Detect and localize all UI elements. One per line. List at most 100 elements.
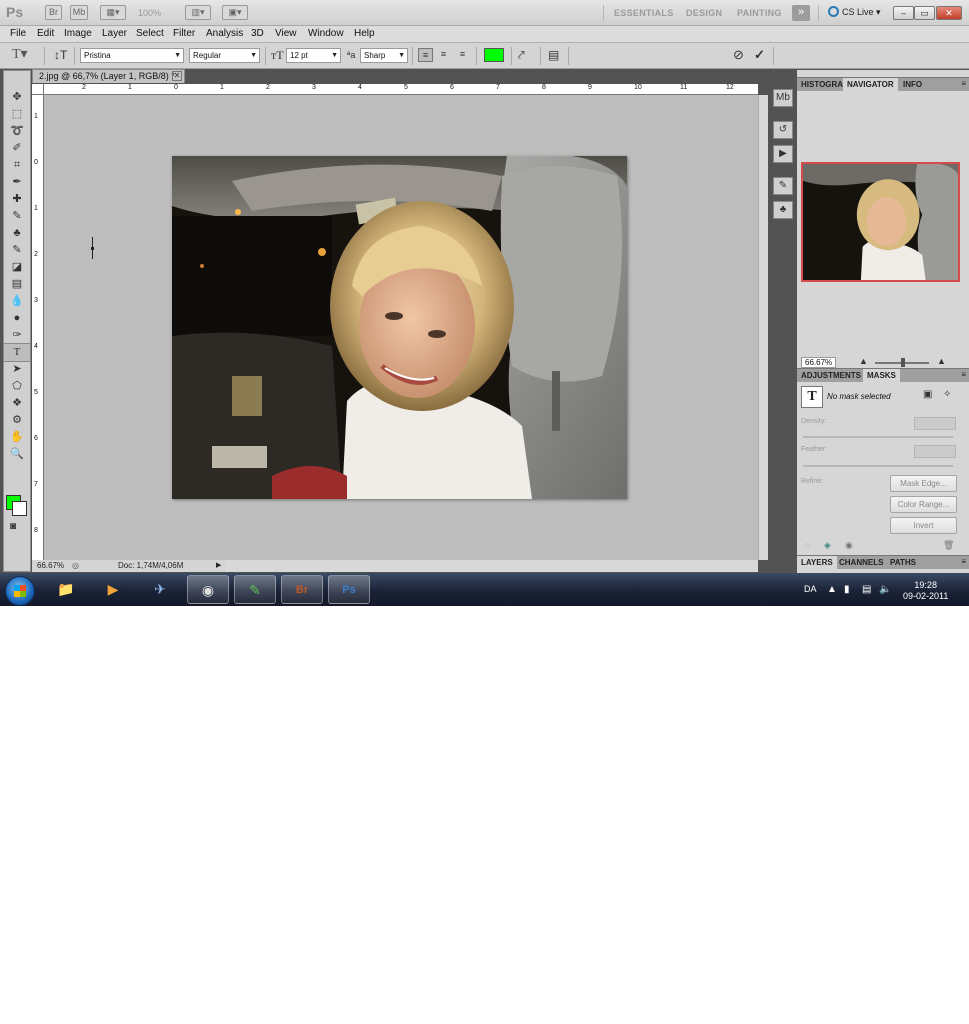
type-icon[interactable]: T — [3, 343, 31, 362]
dodge-icon[interactable]: ● — [4, 310, 30, 327]
feather-field[interactable] — [914, 445, 956, 458]
tab-navigator[interactable]: NAVIGATOR — [843, 78, 898, 92]
tab-info[interactable]: INFO — [899, 78, 926, 92]
tool-preset-icon[interactable]: T▾ — [12, 48, 28, 62]
slider-handle[interactable] — [901, 358, 905, 367]
apply-mask-icon[interactable]: ◈ — [824, 540, 831, 551]
color-range-button[interactable]: Color Range... — [890, 496, 957, 513]
bridge-icon[interactable]: Br — [281, 575, 323, 604]
workspace-essentials[interactable]: ESSENTIALS — [614, 8, 674, 18]
chrome-icon[interactable]: ◉ — [187, 575, 229, 604]
explorer-icon[interactable]: 📁 — [45, 575, 87, 604]
menu-file[interactable]: File — [10, 28, 26, 39]
view-extras-icon[interactable]: ▦▾ — [100, 5, 126, 20]
zoom-level-readout[interactable]: 100% — [138, 8, 161, 18]
maximize-button[interactable]: ▭ — [914, 6, 935, 20]
move-icon[interactable]: ✥ — [4, 89, 30, 106]
hand-icon[interactable]: ✋ — [4, 429, 30, 446]
media-player-icon[interactable]: ▶ — [92, 575, 134, 604]
document-tab[interactable]: 2.jpg @ 66,7% (Layer 1, RGB/8) * — [32, 69, 185, 83]
gradient-icon[interactable]: ▤ — [4, 276, 30, 293]
clock[interactable]: 19:28 09-02-2011 — [903, 580, 948, 602]
arrange-documents-icon[interactable]: ▥▾ — [185, 5, 211, 20]
lasso-icon[interactable]: ➰ — [4, 123, 30, 140]
evernote-icon[interactable]: ✎ — [234, 575, 276, 604]
zoom-icon[interactable]: 🔍 — [4, 446, 30, 463]
crop-icon[interactable]: ⌗ — [4, 157, 30, 174]
invert-button[interactable]: Invert — [890, 517, 957, 534]
menu-edit[interactable]: Edit — [37, 28, 54, 39]
clone-stamp-icon[interactable]: ♣ — [4, 225, 30, 242]
photoshop-icon[interactable]: Ps — [328, 575, 370, 604]
marquee-icon[interactable]: ⬚ — [4, 106, 30, 123]
quick-mask-icon[interactable]: ◙ — [10, 521, 16, 532]
vertical-scrollbar[interactable] — [758, 95, 768, 560]
zoom-out-icon[interactable]: ▲ — [859, 356, 868, 366]
path-select-icon[interactable]: ➤ — [4, 361, 30, 378]
panel-menu-icon[interactable]: ≡ — [961, 370, 966, 379]
text-orientation-icon[interactable]: ↕T — [54, 48, 67, 62]
show-hidden-icons-icon[interactable]: ▲ — [827, 584, 837, 595]
panel-menu-icon[interactable]: ≡ — [961, 557, 966, 566]
cs-live-button[interactable]: CS Live ▾ — [828, 6, 881, 18]
mask-edge-button[interactable]: Mask Edge... — [890, 475, 957, 492]
align-center-icon[interactable]: ≡ — [436, 48, 451, 62]
image-canvas[interactable] — [172, 156, 627, 499]
minibridge-panel-icon[interactable]: Mb — [773, 89, 793, 107]
menu-analysis[interactable]: Analysis — [206, 28, 243, 39]
character-panel-icon[interactable]: ▤ — [548, 48, 559, 62]
add-vector-mask-icon[interactable]: ✧ — [943, 389, 951, 400]
density-slider[interactable] — [803, 436, 953, 438]
tab-masks[interactable]: MASKS — [863, 369, 900, 383]
battery-icon[interactable]: ▮ — [844, 584, 850, 595]
add-pixel-mask-icon[interactable]: ▣ — [923, 389, 932, 400]
pen-icon[interactable]: ✑ — [4, 327, 30, 344]
quick-select-icon[interactable]: ✐ — [4, 140, 30, 157]
3d-rotate-icon[interactable]: ❖ — [4, 395, 30, 412]
menu-view[interactable]: View — [275, 28, 297, 39]
minimize-button[interactable]: – — [893, 6, 914, 20]
anti-alias-select[interactable]: Sharp ▼ — [360, 48, 408, 63]
background-color-swatch[interactable] — [12, 501, 27, 516]
delete-mask-icon[interactable]: 🗑 — [943, 540, 954, 551]
screen-mode-icon[interactable]: ▣▾ — [222, 5, 248, 20]
horizontal-scrollbar[interactable] — [225, 560, 758, 572]
volume-icon[interactable]: 🔈 — [879, 584, 891, 595]
ruler-origin[interactable] — [32, 84, 44, 95]
brush-icon[interactable]: ✎ — [4, 208, 30, 225]
workspace-design[interactable]: DESIGN — [686, 8, 722, 18]
blur-icon[interactable]: 💧 — [4, 293, 30, 310]
menu-help[interactable]: Help — [354, 28, 375, 39]
menu-layer[interactable]: Layer — [102, 28, 127, 39]
density-field[interactable] — [914, 417, 956, 430]
tab-layers[interactable]: LAYERS — [797, 556, 837, 570]
navigator-preview[interactable] — [801, 162, 960, 282]
font-style-select[interactable]: Regular ▼ — [189, 48, 260, 63]
menu-select[interactable]: Select — [136, 28, 164, 39]
tab-adjustments[interactable]: ADJUSTMENTS — [797, 369, 865, 383]
history-brush-icon[interactable]: ✎ — [4, 242, 30, 259]
network-icon[interactable]: ✈ — [139, 575, 181, 604]
menu-3d[interactable]: 3D — [251, 28, 264, 39]
network-status-icon[interactable]: ▤ — [862, 584, 871, 595]
3d-camera-icon[interactable]: ⚙ — [4, 412, 30, 429]
navigator-zoom-field[interactable]: 66.67% — [801, 357, 837, 368]
language-indicator[interactable]: DA — [804, 584, 817, 594]
text-color-swatch[interactable] — [484, 48, 504, 62]
feather-slider[interactable] — [803, 465, 953, 467]
actions-panel-icon[interactable]: ▶ — [773, 145, 793, 163]
menu-window[interactable]: Window — [308, 28, 344, 39]
status-menu-arrow-icon[interactable]: ▶ — [216, 560, 221, 572]
clone-source-icon[interactable]: ♣ — [773, 201, 793, 219]
zoom-field[interactable]: 66.67% — [37, 560, 64, 572]
status-icon[interactable]: ◎ — [72, 560, 79, 572]
tab-paths[interactable]: PATHS — [886, 556, 920, 570]
align-left-icon[interactable]: ≡ — [418, 48, 433, 62]
workspace-painting[interactable]: PAINTING — [737, 8, 782, 18]
font-size-select[interactable]: 12 pt ▼ — [286, 48, 341, 63]
menu-image[interactable]: Image — [64, 28, 92, 39]
history-panel-icon[interactable]: ↺ — [773, 121, 793, 139]
visibility-icon[interactable]: ◉ — [845, 540, 853, 551]
start-button[interactable] — [5, 576, 35, 606]
more-workspaces-button[interactable]: » — [792, 5, 810, 21]
